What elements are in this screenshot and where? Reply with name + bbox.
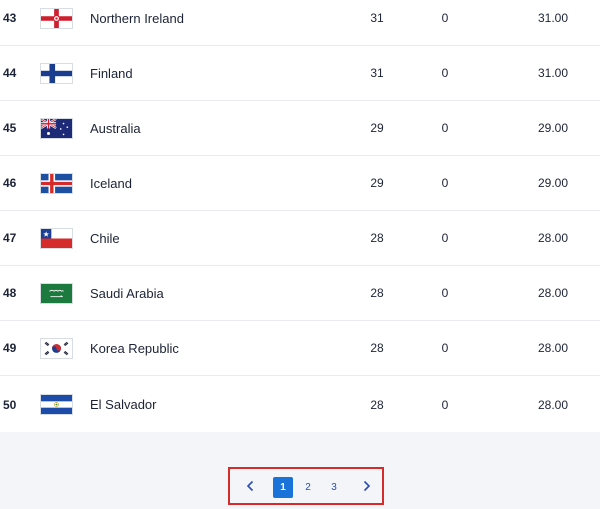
- page-3-button[interactable]: 3: [326, 477, 342, 498]
- country-name[interactable]: Northern Ireland: [90, 0, 184, 45]
- el-salvador-flag-icon: [40, 394, 73, 415]
- table-row[interactable]: 44 Finland 31 0 31.00: [0, 46, 600, 101]
- finland-flag-icon: [40, 63, 73, 84]
- secondary-cell: 0: [441, 397, 449, 412]
- northern-ireland-flag-icon: [40, 8, 73, 29]
- total-cell: 29.00: [537, 176, 568, 190]
- iceland-flag-icon: [40, 173, 73, 194]
- secondary-cell: 0: [441, 231, 449, 245]
- total-cell: 28.00: [537, 286, 568, 300]
- secondary-cell: 0: [441, 11, 449, 25]
- table-row[interactable]: 49 Korea Republic 28 0 28.00: [0, 321, 600, 376]
- points-cell: 31: [370, 66, 384, 80]
- page-2-button[interactable]: 2: [300, 477, 316, 498]
- country-name[interactable]: Korea Republic: [90, 321, 179, 375]
- points-cell: 28: [370, 341, 384, 355]
- rank-cell: 50: [3, 397, 17, 412]
- rank-cell: 44: [3, 66, 17, 80]
- australia-flag-icon: [40, 118, 73, 139]
- page-1-button[interactable]: 1: [273, 477, 293, 498]
- table-row[interactable]: 50 El Salvador 28 0 28.00: [0, 377, 600, 432]
- total-cell: 28.00: [537, 341, 568, 355]
- chevron-right-icon[interactable]: [358, 475, 374, 496]
- table-row[interactable]: 48 Saudi Arabia 28 0 28.00: [0, 266, 600, 321]
- secondary-cell: 0: [441, 341, 449, 355]
- points-cell: 28: [370, 286, 384, 300]
- rank-cell: 49: [3, 341, 17, 355]
- chile-flag-icon: [40, 228, 73, 249]
- points-cell: 28: [370, 397, 384, 412]
- points-cell: 29: [370, 176, 384, 190]
- rank-cell: 43: [3, 11, 17, 25]
- rank-cell: 48: [3, 286, 17, 300]
- korea-republic-flag-icon: [40, 338, 73, 359]
- secondary-cell: 0: [441, 286, 449, 300]
- chevron-left-icon[interactable]: [242, 475, 258, 496]
- rank-cell: 45: [3, 121, 17, 135]
- country-name[interactable]: El Salvador: [90, 377, 156, 432]
- secondary-cell: 0: [441, 66, 449, 80]
- ranking-table: 43 Northern Ireland 31 0 31.00 44 Finlan…: [0, 0, 600, 432]
- secondary-cell: 0: [441, 121, 449, 135]
- secondary-cell: 0: [441, 176, 449, 190]
- total-cell: 31.00: [537, 11, 568, 25]
- points-cell: 29: [370, 121, 384, 135]
- table-row[interactable]: 43 Northern Ireland 31 0 31.00: [0, 0, 600, 46]
- country-name[interactable]: Finland: [90, 46, 133, 100]
- points-cell: 31: [370, 11, 384, 25]
- points-cell: 28: [370, 231, 384, 245]
- country-name[interactable]: Saudi Arabia: [90, 266, 164, 320]
- saudi-arabia-flag-icon: [40, 283, 73, 304]
- total-cell: 31.00: [537, 66, 568, 80]
- country-name[interactable]: Iceland: [90, 156, 132, 210]
- rank-cell: 46: [3, 176, 17, 190]
- total-cell: 28.00: [537, 397, 568, 412]
- country-name[interactable]: Chile: [90, 211, 120, 265]
- pagination: 1 2 3: [228, 467, 384, 505]
- rank-cell: 47: [3, 231, 17, 245]
- total-cell: 28.00: [537, 231, 568, 245]
- table-row[interactable]: 46 Iceland 29 0 29.00: [0, 156, 600, 211]
- table-row[interactable]: 47 Chile 28 0 28.00: [0, 211, 600, 266]
- table-row[interactable]: 45 Australia 29 0 29.00: [0, 101, 600, 156]
- total-cell: 29.00: [537, 121, 568, 135]
- country-name[interactable]: Australia: [90, 101, 141, 155]
